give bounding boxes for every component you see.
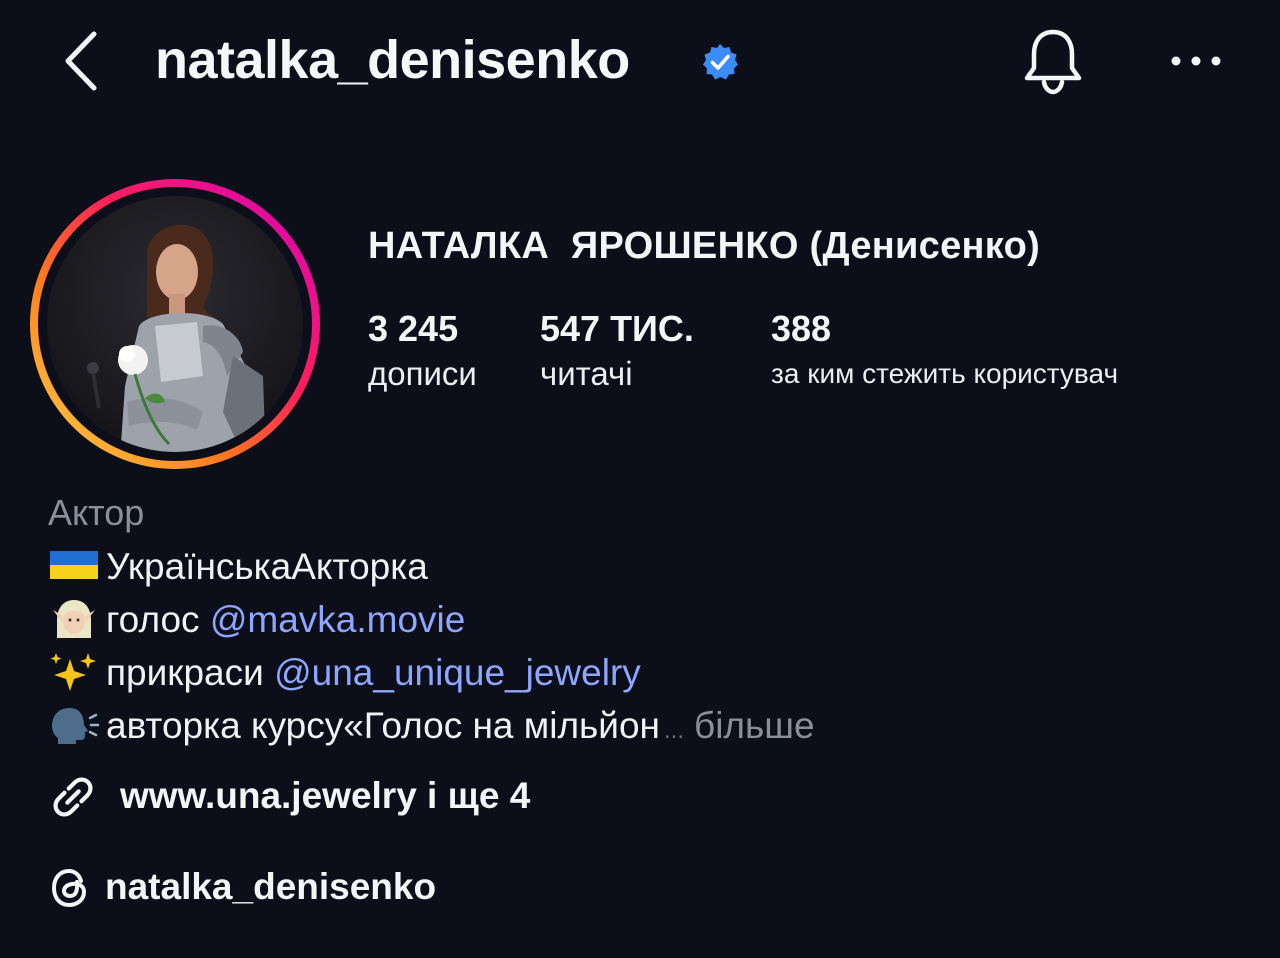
top-bar: natalka_denisenko bbox=[0, 0, 1280, 130]
ukraine-flag-icon bbox=[48, 545, 100, 585]
stat-following-label: за ким стежить користувач bbox=[771, 358, 1119, 389]
bio-line-1: УкраїнськаАкторка bbox=[48, 542, 428, 592]
speaking-head-icon bbox=[48, 704, 100, 744]
stat-followers-label: читачі bbox=[540, 355, 633, 392]
header-username: natalka_denisenko bbox=[155, 30, 630, 90]
bio-line-4: авторка курсу«Голос на мільйон... більше bbox=[48, 701, 815, 756]
profile-full-name: НАТАЛКА ЯРОШЕНКО (Денисенко) bbox=[368, 225, 1041, 267]
stat-followers-count: 547 ТИС. bbox=[540, 308, 694, 349]
bell-icon bbox=[1024, 29, 1082, 95]
stat-posts-count: 3 245 bbox=[368, 308, 459, 349]
link-icon bbox=[48, 772, 98, 822]
more-dots-icon bbox=[1171, 56, 1221, 66]
stat-following-count: 388 bbox=[771, 308, 832, 349]
mention-mavka-movie-link[interactable]: @mavka.movie bbox=[210, 599, 466, 640]
avatar bbox=[30, 179, 320, 469]
stat-posts[interactable]: 3 245 дописи bbox=[368, 306, 477, 396]
stat-following[interactable]: 388 за ким стежить користувач bbox=[771, 306, 1118, 396]
back-button[interactable] bbox=[58, 26, 108, 96]
stat-followers[interactable]: 547 ТИС. читачі bbox=[540, 306, 694, 396]
more-options-button[interactable] bbox=[1168, 46, 1224, 76]
threads-icon bbox=[48, 866, 92, 910]
bio-line-4-text: авторка курсу«Голос на мільйон bbox=[106, 705, 660, 746]
threads-username: natalka_denisenko bbox=[105, 866, 437, 907]
mention-una-unique-jewelry-link[interactable]: @una_unique_jewelry bbox=[274, 652, 641, 693]
bio-line-2-text: голос bbox=[106, 599, 210, 640]
bio-more-button[interactable]: більше bbox=[694, 705, 815, 746]
bio-line-3: прикраси @una_unique_jewelry bbox=[48, 648, 641, 698]
verified-badge-icon bbox=[700, 42, 740, 82]
sparkles-icon bbox=[48, 651, 100, 691]
back-arrow-icon bbox=[65, 31, 97, 91]
bio-line-3-text: прикраси bbox=[106, 652, 275, 693]
profile-page: natalka_denisenko НАТАЛКА ЯРОШЕНКО (Дени… bbox=[0, 0, 1280, 958]
bio-truncation-ellipsis: ... bbox=[664, 717, 685, 744]
profile-category: Актор bbox=[48, 492, 145, 533]
elf-icon bbox=[48, 598, 100, 638]
avatar-story-ring[interactable] bbox=[27, 176, 323, 472]
bio-line-1-text: УкраїнськаАкторка bbox=[106, 546, 428, 587]
bio-line-2: голос @mavka.movie bbox=[48, 595, 465, 645]
notifications-bell-button[interactable] bbox=[1020, 24, 1086, 96]
bio-link-text: www.una.jewelry і ще 4 bbox=[120, 775, 531, 816]
stat-posts-label: дописи bbox=[368, 355, 477, 392]
